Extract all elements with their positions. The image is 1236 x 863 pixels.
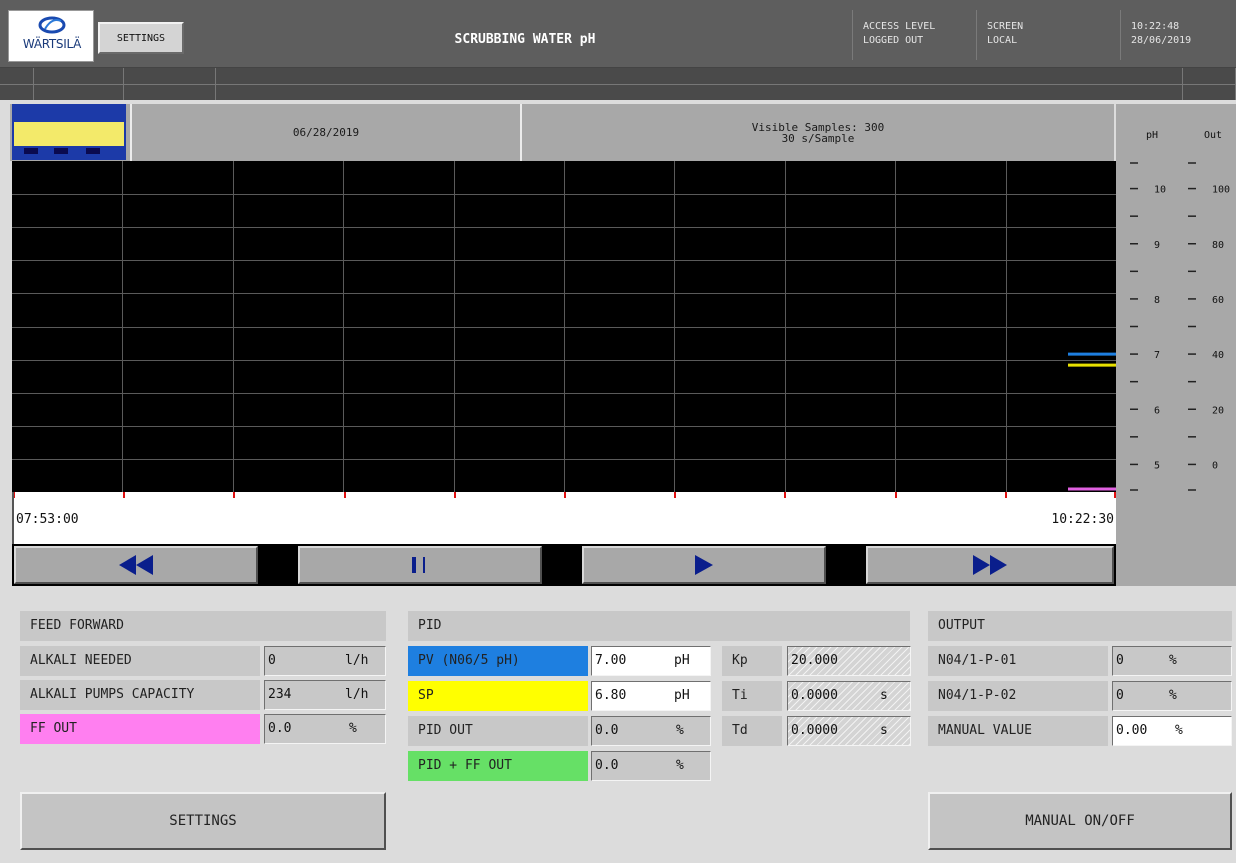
- ph-scale-label: 8: [1154, 295, 1160, 306]
- logo-mark-icon: [38, 16, 66, 34]
- visible-samples: Visible Samples: 300: [751, 120, 885, 134]
- clock-date: 28/06/2019: [1131, 35, 1192, 46]
- trend-thumbnail[interactable]: [12, 104, 126, 160]
- alkali-needed-label: ALKALI NEEDED: [20, 646, 260, 676]
- play-icon: [695, 555, 713, 575]
- alarm-cell: [34, 68, 124, 100]
- time-axis-start: 07:53:00: [16, 512, 79, 527]
- alkali-pumps-capacity-label: ALKALI PUMPS CAPACITY: [20, 680, 260, 710]
- out-scale-label: 60: [1212, 295, 1224, 306]
- time-axis: 07:53:00 10:22:30: [12, 492, 1116, 544]
- td-input[interactable]: 0.0000 s: [787, 716, 911, 746]
- out-scale-label: 0: [1212, 460, 1218, 471]
- time-axis-ticks: [14, 492, 1116, 498]
- pid-title: PID: [408, 611, 910, 641]
- pump-2-value: 0%: [1112, 681, 1232, 711]
- pid-out-label: PID OUT: [408, 716, 588, 746]
- manual-value-input[interactable]: 0.00%: [1112, 716, 1232, 746]
- alkali-needed-value: 0 l/h: [264, 646, 386, 676]
- pump-1-label: N04/1-P-01: [928, 646, 1108, 676]
- pid-ff-out-label: PID + FF OUT: [408, 751, 588, 781]
- fast-rewind-icon: [119, 555, 153, 575]
- td-label: Td: [722, 716, 782, 746]
- ph-scale-label: 5: [1154, 460, 1160, 471]
- alarm-cell: [124, 68, 216, 100]
- output-title: OUTPUT: [928, 611, 1232, 641]
- ff-out-label: FF OUT: [20, 714, 260, 744]
- plot-grid: [12, 161, 1116, 492]
- sp-label: SP: [408, 681, 588, 711]
- manual-value-label: MANUAL VALUE: [928, 716, 1108, 746]
- wartsila-logo: WÄRTSILÄ: [8, 10, 94, 62]
- alarm-cell: [0, 68, 34, 100]
- header-settings-button[interactable]: SETTINGS: [98, 22, 184, 54]
- ph-scale-label: 7: [1154, 350, 1160, 361]
- screen-label: SCREEN: [987, 21, 1024, 32]
- sample-rate: 30 s/Sample: [781, 131, 855, 145]
- ph-scale-label: 9: [1154, 240, 1160, 251]
- out-scale-label: 20: [1212, 405, 1224, 416]
- alkali-pumps-capacity-value: 234 l/h: [264, 680, 386, 710]
- scale-ticks: 10 100 9 80 8 60 7 40 6 20 5 0: [1130, 162, 1230, 491]
- screen-value: LOCAL: [987, 35, 1018, 46]
- scale-header-out: Out: [1204, 130, 1223, 141]
- screen-info: SCREEN LOCAL: [976, 10, 1120, 60]
- pv-label: PV (N06/5 pH): [408, 646, 588, 676]
- page-title: SCRUBBING WATER pH: [454, 32, 596, 47]
- ti-input[interactable]: 0.0000 s: [787, 681, 911, 711]
- pause-icon: [412, 557, 425, 573]
- scale-header-ph: pH: [1146, 130, 1159, 141]
- manual-on-off-button[interactable]: MANUAL ON/OFF: [928, 792, 1232, 850]
- alarm-cell: [1182, 68, 1236, 100]
- pv-value: 7.00 pH: [591, 646, 711, 676]
- pump-1-value: 0%: [1112, 646, 1232, 676]
- pid-ff-out-value: 0.0%: [591, 751, 711, 781]
- pump-2-label: N04/1-P-02: [928, 681, 1108, 711]
- trend-plot[interactable]: [12, 161, 1116, 492]
- feed-forward-title: FEED FORWARD: [20, 611, 386, 641]
- pid-out-value: 0.0%: [591, 716, 711, 746]
- logo-text: WÄRTSILÄ: [22, 37, 82, 51]
- kp-input[interactable]: 20.000: [787, 646, 911, 676]
- sp-input[interactable]: 6.80 pH: [591, 681, 711, 711]
- ph-scale-label: 6: [1154, 405, 1160, 416]
- access-level-value: LOGGED OUT: [863, 35, 924, 46]
- ti-label: Ti: [722, 681, 782, 711]
- out-scale-label: 100: [1212, 185, 1230, 196]
- trend-thumbnail-icon: [14, 106, 124, 158]
- fast-forward-button[interactable]: [866, 546, 1114, 584]
- trend-date: 06/28/2019: [130, 104, 520, 161]
- trend-sample-info: Visible Samples: 300 30 s/Sample: [520, 104, 1114, 161]
- feed-forward-settings-button[interactable]: SETTINGS: [20, 792, 386, 850]
- access-level-info: ACCESS LEVEL LOGGED OUT: [852, 10, 976, 60]
- ph-scale-label: 10: [1154, 185, 1166, 196]
- out-scale-label: 40: [1212, 350, 1224, 361]
- out-scale-label: 80: [1212, 240, 1224, 251]
- time-axis-end: 10:22:30: [1051, 512, 1114, 527]
- ff-out-value: 0.0%: [264, 714, 386, 744]
- plot-series: [1068, 352, 1116, 491]
- kp-label: Kp: [722, 646, 782, 676]
- clock: 10:22:48 28/06/2019: [1120, 10, 1236, 60]
- trend-scale: pH Out 10 100 9 80 8 60 7 40 6 20 5 0: [1116, 104, 1236, 586]
- rewind-button[interactable]: [14, 546, 258, 584]
- clock-time: 10:22:48: [1131, 21, 1180, 32]
- fast-forward-icon: [973, 555, 1007, 575]
- play-button[interactable]: [582, 546, 826, 584]
- access-level-label: ACCESS LEVEL: [863, 21, 936, 32]
- pause-button[interactable]: [298, 546, 542, 584]
